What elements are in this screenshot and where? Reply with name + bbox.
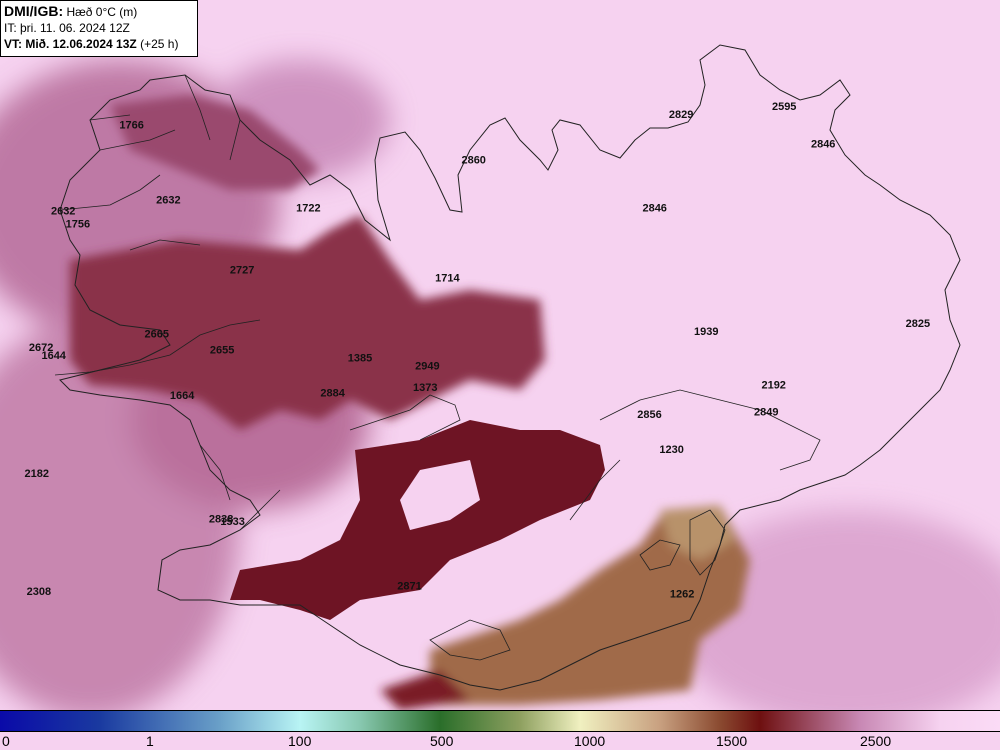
title-line: DMI/IGB: Hæð 0°C (m) xyxy=(4,3,194,20)
point-value-label: 2846 xyxy=(811,138,835,150)
valid-time: VT: Mið. 12.06.2024 13Z xyxy=(4,37,137,51)
freezing-level-map: 1766 2632 2632 1756 1722 2860 2829 2595 2846 2846… xyxy=(0,0,1000,710)
point-value-label: 1714 xyxy=(435,272,460,284)
point-value-label: 2192 xyxy=(761,380,785,392)
color-scale-tick-label: 1 xyxy=(146,733,154,749)
point-value-label: 2308 xyxy=(27,586,51,598)
point-value-label: 2665 xyxy=(145,329,169,341)
point-value-label: 1533 xyxy=(220,516,244,528)
point-value-label: 1262 xyxy=(670,589,694,601)
point-value-label: 2849 xyxy=(754,406,778,418)
point-value-label: 2949 xyxy=(415,361,439,373)
point-value-label: 2846 xyxy=(642,203,666,215)
field-label: Hæð 0°C (m) xyxy=(66,5,138,19)
point-value-label: 1385 xyxy=(348,353,372,365)
color-scale-bar xyxy=(0,710,1000,732)
point-value-label: 1373 xyxy=(413,382,437,394)
color-scale-tick-label: 2500 xyxy=(860,733,892,749)
color-scale-tick-label: 100 xyxy=(288,733,312,749)
init-time: IT: þri. 11. 06. 2024 12Z xyxy=(4,21,130,35)
point-value-label: 1939 xyxy=(694,326,718,338)
point-value-label: 2182 xyxy=(25,468,49,480)
point-value-label: 2632 xyxy=(156,195,180,207)
forecast-lead: (+25 h) xyxy=(140,37,179,51)
color-scale-tick-label: 1500 xyxy=(716,733,748,749)
point-value-label: 2884 xyxy=(320,388,345,400)
color-scale-tick-label: 500 xyxy=(430,733,454,749)
point-value-label: 1766 xyxy=(119,120,143,132)
point-value-label: 2829 xyxy=(669,109,693,121)
point-value-label: 1664 xyxy=(170,390,195,402)
point-value-label: 2860 xyxy=(461,154,485,166)
point-value-label: 2655 xyxy=(210,345,234,357)
color-scale-tick-label: 0 xyxy=(2,733,10,749)
point-value-label: 1756 xyxy=(66,219,90,231)
point-value-label: 1230 xyxy=(659,444,683,456)
brand-label: DMI/IGB: xyxy=(4,3,64,19)
point-value-label: 2856 xyxy=(637,409,661,421)
point-value-label: 1722 xyxy=(296,203,320,215)
point-value-label: 1644 xyxy=(41,350,66,362)
point-value-label: 2825 xyxy=(906,318,930,330)
map-info-box: DMI/IGB: Hæð 0°C (m) IT: þri. 11. 06. 20… xyxy=(0,0,198,57)
point-value-label: 2871 xyxy=(397,580,421,592)
point-value-label: 2632 xyxy=(51,205,75,217)
valid-time-line: VT: Mið. 12.06.2024 13Z (+25 h) xyxy=(4,36,194,52)
point-value-label: 2727 xyxy=(230,264,254,276)
point-value-label: 2595 xyxy=(772,101,796,113)
color-scale-tick-label: 1000 xyxy=(574,733,606,749)
